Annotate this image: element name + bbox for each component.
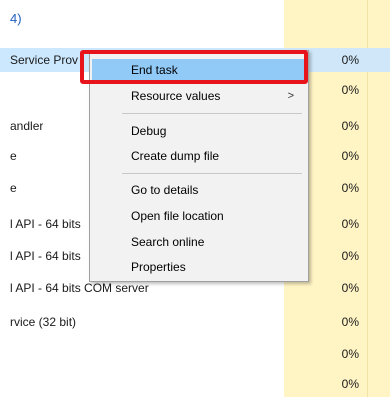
- process-name: e: [10, 149, 17, 163]
- table-row[interactable]: rvice (32 bit) 0%: [0, 310, 390, 334]
- process-name: e: [10, 181, 17, 195]
- context-menu: End task Resource values > Debug Create …: [89, 50, 309, 282]
- process-name: Service Prov: [10, 53, 79, 67]
- menu-item-properties[interactable]: Properties: [92, 256, 306, 278]
- submenu-arrow-icon: >: [287, 90, 294, 102]
- cpu-value: 0%: [341, 249, 359, 263]
- menu-item-resource-values[interactable]: Resource values >: [92, 85, 306, 107]
- menu-item-search-online[interactable]: Search online: [92, 231, 306, 253]
- cpu-value: 0%: [341, 83, 359, 97]
- cpu-value: 0%: [341, 315, 359, 329]
- cpu-value: 0%: [341, 181, 359, 195]
- cpu-value: 0%: [341, 281, 359, 295]
- process-name: l API - 64 bits: [10, 249, 81, 263]
- menu-item-go-to-details[interactable]: Go to details: [92, 179, 306, 201]
- table-row[interactable]: 0%: [0, 342, 390, 366]
- menu-separator: [122, 113, 302, 114]
- menu-item-label: Resource values: [131, 89, 221, 103]
- menu-item-create-dump-file[interactable]: Create dump file: [92, 145, 306, 167]
- menu-separator: [122, 173, 302, 174]
- process-name: rvice (32 bit): [10, 315, 77, 329]
- group-header[interactable]: 4): [0, 10, 22, 28]
- menu-item-open-file-location[interactable]: Open file location: [92, 205, 306, 227]
- process-name: l API - 64 bits: [10, 217, 81, 231]
- cpu-value: 0%: [341, 217, 359, 231]
- cpu-value: 0%: [341, 149, 359, 163]
- cpu-value: 0%: [341, 53, 359, 67]
- menu-item-debug[interactable]: Debug: [92, 120, 306, 142]
- cpu-value: 0%: [341, 119, 359, 133]
- process-name: andler: [10, 119, 44, 133]
- cpu-value: 0%: [341, 347, 359, 361]
- highlight-annotation: [80, 50, 308, 84]
- cpu-value: 0%: [341, 377, 359, 391]
- table-row[interactable]: 0%: [0, 372, 390, 396]
